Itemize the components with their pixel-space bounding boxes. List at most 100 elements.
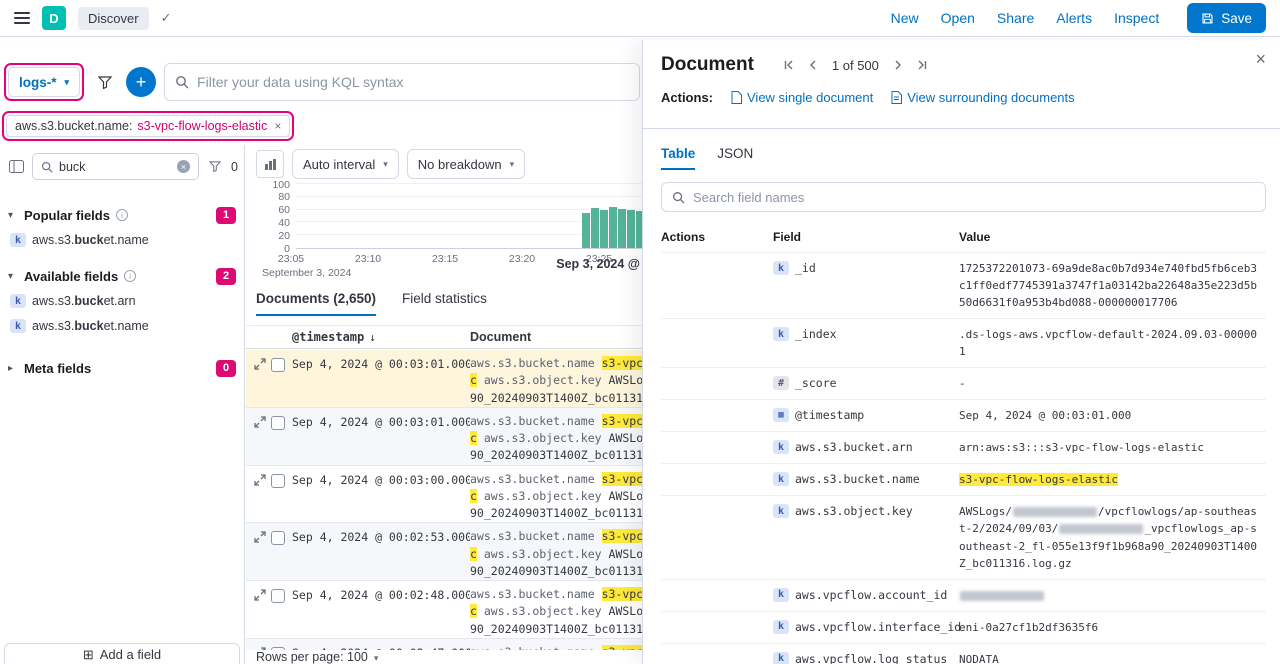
save-icon <box>1201 12 1214 25</box>
field-value: NODATA <box>959 651 1266 664</box>
view-surrounding-documents-link[interactable]: View surrounding documents <box>891 90 1074 105</box>
keyword-field-icon: k <box>773 620 789 634</box>
clear-search-icon[interactable]: × <box>177 160 190 173</box>
breakdown-select[interactable]: No breakdown ▾ <box>407 149 525 179</box>
section-available-fields[interactable]: ▾ Available fields i 2 <box>8 264 236 288</box>
field-name-search-input[interactable] <box>693 190 1255 205</box>
chart-y-axis: 020406080100 <box>250 185 290 249</box>
table-row: kaws.s3.bucket.arnarn:aws:s3:::s3-vpc-fl… <box>661 431 1266 463</box>
expand-row-icon[interactable] <box>254 358 266 370</box>
interval-select[interactable]: Auto interval ▾ <box>292 149 399 179</box>
kql-search-bar[interactable] <box>164 63 640 101</box>
field-value: Sep 4, 2024 @ 00:03:01.000 <box>959 407 1266 424</box>
field-filter-icon[interactable] <box>205 157 225 177</box>
field-name: aws.s3.object.key <box>795 503 913 518</box>
tab-json[interactable]: JSON <box>717 146 753 170</box>
sort-desc-icon[interactable]: ↓ <box>369 331 376 344</box>
y-tick-label: 20 <box>250 231 290 242</box>
row-checkbox[interactable] <box>271 416 285 430</box>
tab-field-statistics[interactable]: Field statistics <box>402 291 487 316</box>
expand-row-icon[interactable] <box>254 589 266 601</box>
y-tick-label: 100 <box>250 180 290 191</box>
sidebar-field-item[interactable]: kaws.s3.bucket.arn <box>8 288 236 313</box>
sidebar-field-item[interactable]: kaws.s3.bucket.name <box>8 313 236 338</box>
page-info: 1 of 500 <box>832 58 879 73</box>
rows-per-page[interactable]: Rows per page: 100 ▾ <box>246 650 642 664</box>
keyword-field-icon: k <box>773 440 789 454</box>
last-page-icon[interactable] <box>915 58 929 72</box>
save-label: Save <box>1221 11 1252 26</box>
data-view-selector[interactable]: logs-* ▾ <box>8 67 80 97</box>
field-search-input[interactable] <box>59 160 171 174</box>
next-page-icon[interactable] <box>891 58 905 72</box>
histogram-bar[interactable] <box>582 213 590 248</box>
section-label: Available fields <box>24 269 118 284</box>
filter-pill[interactable]: aws.s3.bucket.name: s3-vpc-flow-logs-ela… <box>6 115 290 137</box>
add-filter-button[interactable]: + <box>126 67 156 97</box>
flyout-rows: k_id1725372201073-69a9de8ac0b7d934e740fb… <box>661 252 1266 664</box>
annotation-highlight-filter-pill: aws.s3.bucket.name: s3-vpc-flow-logs-ela… <box>2 111 294 141</box>
popular-fields-list: kaws.s3.bucket.name <box>8 227 236 252</box>
nav-share[interactable]: Share <box>997 10 1034 26</box>
column-header-document[interactable]: Document <box>470 330 642 344</box>
expand-row-icon[interactable] <box>254 474 266 486</box>
table-row[interactable]: Sep 4, 2024 @ 00:03:01.000aws.s3.bucket.… <box>246 350 642 408</box>
field-name: _index <box>795 326 837 341</box>
main-content: Auto interval ▾ No breakdown ▾ 020406080… <box>246 145 642 664</box>
app-logo[interactable]: D <box>42 6 66 30</box>
saved-query-filter-icon[interactable] <box>92 69 118 95</box>
row-checkbox[interactable] <box>271 531 285 545</box>
tab-documents[interactable]: Documents (2,650) <box>256 291 376 316</box>
remove-filter-icon[interactable]: × <box>274 119 281 133</box>
collapse-sidebar-icon[interactable] <box>6 157 26 177</box>
nav-new[interactable]: New <box>891 10 919 26</box>
annotation-highlight-dataview: logs-* ▾ <box>4 63 84 101</box>
kql-input[interactable] <box>197 74 629 90</box>
timestamp-header-label: @timestamp <box>292 330 364 344</box>
table-row[interactable]: Sep 4, 2024 @ 00:02:53.000aws.s3.bucket.… <box>246 523 642 581</box>
breakdown-label: No breakdown <box>418 157 502 172</box>
section-meta-fields[interactable]: ▸ Meta fields 0 <box>8 356 236 380</box>
nav-open[interactable]: Open <box>941 10 975 26</box>
table-row[interactable]: Sep 4, 2024 @ 00:02:48.000aws.s3.bucket.… <box>246 581 642 639</box>
field-search-box[interactable]: × <box>32 153 199 180</box>
previous-page-icon[interactable] <box>806 58 820 72</box>
row-checkbox[interactable] <box>271 358 285 372</box>
field-name-search[interactable] <box>661 182 1266 212</box>
add-field-button[interactable]: ⊞ Add a field <box>4 643 240 664</box>
nav-inspect[interactable]: Inspect <box>1114 10 1159 26</box>
histogram-bar[interactable] <box>627 210 635 248</box>
section-popular-fields[interactable]: ▾ Popular fields i 1 <box>8 203 236 227</box>
row-timestamp: Sep 4, 2024 @ 00:03:01.000 <box>292 413 470 465</box>
table-row[interactable]: Sep 4, 2024 @ 00:03:01.000aws.s3.bucket.… <box>246 408 642 466</box>
tab-table[interactable]: Table <box>661 146 695 170</box>
save-button[interactable]: Save <box>1187 3 1266 33</box>
view-single-document-link[interactable]: View single document <box>731 90 873 105</box>
histogram-bar[interactable] <box>591 208 599 248</box>
table-row[interactable]: Sep 4, 2024 @ 00:03:00.000aws.s3.bucket.… <box>246 466 642 524</box>
keyword-field-icon: k <box>773 652 789 664</box>
row-checkbox[interactable] <box>271 589 285 603</box>
time-range-label: Sep 3, 2024 @ <box>556 257 640 271</box>
expand-row-icon[interactable] <box>254 531 266 543</box>
info-icon: i <box>116 209 128 221</box>
breadcrumb[interactable]: Discover <box>78 7 149 30</box>
nav-alerts[interactable]: Alerts <box>1056 10 1092 26</box>
histogram-bar[interactable] <box>609 207 617 248</box>
first-page-icon[interactable] <box>782 58 796 72</box>
sidebar-field-item[interactable]: kaws.s3.bucket.name <box>8 227 236 252</box>
close-icon[interactable]: × <box>1255 50 1266 68</box>
keyword-field-icon: k <box>10 294 26 308</box>
chart-options-icon[interactable] <box>256 150 284 178</box>
histogram-bar[interactable] <box>618 209 626 248</box>
menu-icon[interactable] <box>14 12 30 24</box>
redacted-value <box>1059 524 1143 534</box>
column-header-timestamp[interactable]: @timestamp ↓ <box>292 330 470 344</box>
row-controls <box>246 355 292 407</box>
expand-row-icon[interactable] <box>254 416 266 428</box>
keyword-field-icon: k <box>10 319 26 333</box>
table-row: #_score- <box>661 367 1266 399</box>
table-row: k_id1725372201073-69a9de8ac0b7d934e740fb… <box>661 252 1266 318</box>
row-checkbox[interactable] <box>271 474 285 488</box>
histogram-bar[interactable] <box>600 210 608 248</box>
